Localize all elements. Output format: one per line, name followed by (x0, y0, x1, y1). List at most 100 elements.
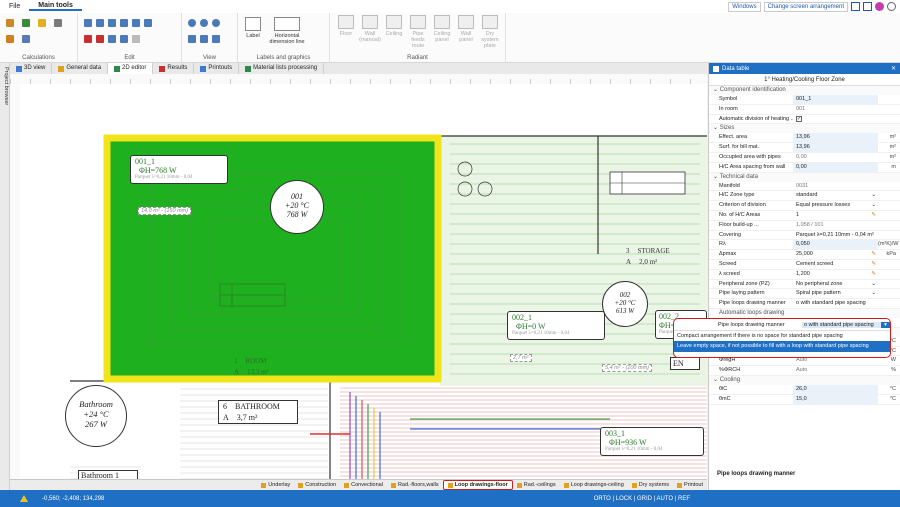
radiant-button[interactable]: Floor (334, 15, 358, 37)
zone-002-circle[interactable]: 002 +20 °C 613 W (602, 281, 648, 327)
panel-row-value[interactable]: o with standard pipe spacing (793, 299, 878, 308)
panel-row-value[interactable]: 13,96 (793, 143, 878, 152)
calc-list-icon[interactable] (54, 19, 62, 27)
calc-doc-icon[interactable] (22, 35, 30, 43)
warning-icon[interactable] (20, 495, 28, 502)
menu-file[interactable]: File (0, 3, 29, 10)
edit-icon[interactable]: ✎ (871, 260, 878, 269)
calc-bolt-icon[interactable] (38, 19, 46, 27)
radiant-button[interactable]: Pipe feeds route (406, 15, 430, 49)
zoom-all-icon[interactable] (188, 35, 196, 43)
panel-row-value[interactable]: 1 ✎ (793, 210, 878, 220)
windows-dropdown[interactable]: Windows (728, 2, 761, 12)
radiant-button[interactable]: Dry system plate (478, 15, 502, 49)
layer-tab[interactable]: Underlay (257, 480, 294, 490)
settings-icon[interactable] (887, 2, 896, 11)
panel-row-value[interactable]: Parquet λ=0,21 10mm - 0,04 m²✎ (793, 230, 878, 240)
layer-tab[interactable]: Rad.-floors,walls (387, 480, 443, 490)
panel-row-value[interactable]: 0031 (793, 181, 878, 191)
layer-tab[interactable]: Construction (294, 480, 340, 490)
panel-section-header[interactable]: ⌄ Technical data (709, 172, 900, 182)
grid-select-icon[interactable] (96, 19, 104, 27)
panel-section-header[interactable]: ⌄ Sizes (709, 124, 900, 134)
panel-section-header[interactable]: ⌄ Component identification (709, 86, 900, 95)
tab-item[interactable]: 3D view (10, 63, 53, 74)
chevron-down-icon[interactable]: ⌄ (871, 201, 878, 210)
layer-tab[interactable]: Dry systems (628, 480, 673, 490)
radiant-button[interactable]: Wall (manual) (358, 15, 382, 43)
split-icon[interactable] (132, 35, 140, 43)
window-icon[interactable] (851, 2, 860, 11)
chevron-down-icon[interactable]: ⌄ (871, 280, 878, 289)
panel-row-value[interactable]: Equal pressure losses ⌄ (793, 201, 878, 210)
checkbox[interactable]: ✓ (796, 115, 802, 122)
label-button[interactable]: Label (242, 17, 264, 39)
panel-row-value[interactable]: Cement screed ✎ (793, 259, 878, 269)
layer-tab[interactable]: Convectional (340, 480, 387, 490)
rotate-icon[interactable] (132, 19, 140, 27)
panel-row-value[interactable]: 0,00 (793, 162, 878, 172)
zone-003-label[interactable]: 003_1 ΦH=936 W Parquet λ=0,21 10mm - 0,0… (600, 427, 704, 456)
tab-item[interactable]: General data (52, 63, 109, 74)
tab-item[interactable]: 2D editor (108, 63, 154, 74)
zone-001-label[interactable]: 001_1 ΦH=768 W Parquet λ=0,21 10mm - 0,0… (130, 155, 228, 184)
redraw-icon[interactable] (212, 35, 220, 43)
panel-row-value[interactable]: 25,000 ✎ (793, 250, 878, 259)
menu-main-tools[interactable]: Main tools (29, 2, 82, 11)
panel-row-value[interactable]: 0,00 (793, 152, 878, 162)
panel-row-value[interactable]: 001_1 (793, 95, 878, 104)
chevron-down-icon[interactable]: ⌄ (871, 191, 878, 200)
zoom-in-icon[interactable] (188, 19, 196, 27)
copy-icon[interactable] (120, 19, 128, 27)
edit-icon[interactable]: ✎ (871, 270, 878, 279)
panel-section-header[interactable]: ⌄ Cooling (709, 375, 900, 385)
panel-row-value[interactable]: 26,0 (793, 384, 878, 394)
move-icon[interactable] (108, 19, 116, 27)
mirror-icon[interactable] (144, 19, 152, 27)
zone-002-1-label[interactable]: 002_1 ΦH=0 W Parquet λ=0,21 10mm - 0,04 (507, 311, 605, 340)
panel-row-value[interactable]: ✓ (793, 114, 878, 124)
panel-row-value[interactable]: 001 (793, 104, 878, 114)
paste-icon[interactable] (108, 35, 116, 43)
tab-item[interactable]: Material lists processing (239, 63, 325, 74)
panel-row-value[interactable]: 0,050 (793, 240, 878, 250)
panel-row-value[interactable]: 15,0 (793, 394, 878, 404)
edit-icon[interactable]: ✎ (871, 211, 878, 220)
layer-tab[interactable]: Loop drawings-floor (442, 480, 513, 490)
radiant-button[interactable]: Wall panel (454, 15, 478, 43)
tab-item[interactable]: Printouts (194, 63, 240, 74)
pan-icon[interactable] (200, 35, 208, 43)
delete-icon[interactable] (84, 35, 92, 43)
dropdown-current[interactable]: Pipe loops drawing manner o with standar… (674, 319, 890, 331)
calc-check-icon[interactable] (22, 19, 30, 27)
dropdown-option-leave-empty[interactable]: Leave empty space, if not possible to fi… (674, 341, 890, 352)
layer-tab[interactable]: Loop drawings-ceiling (560, 480, 628, 490)
calc-warn-icon[interactable] (6, 35, 14, 43)
panel-row-value[interactable]: No peripheral zone ⌄ (793, 279, 878, 289)
panel-row-value[interactable]: Spiral pipe pattern ⌄ (793, 289, 878, 299)
drawing-canvas[interactable]: 001_1 ΦH=768 W Parquet λ=0,21 10mm - 0,0… (10, 74, 707, 479)
grid-icon[interactable] (863, 2, 872, 11)
zoom-window-icon[interactable] (212, 19, 220, 27)
zone-001-center-circle[interactable]: 001 +20 °C 768 W (270, 180, 324, 234)
zoom-out-icon[interactable] (200, 19, 208, 27)
horizontal-dimension-button[interactable]: Horizontal dimension line (264, 17, 310, 45)
tab-item[interactable]: Results (153, 63, 195, 74)
radiant-button[interactable]: Ceiling (382, 15, 406, 37)
edit-icon[interactable]: ✎ (871, 250, 878, 259)
panel-row-value[interactable]: 13,96 (793, 133, 878, 143)
bathroom-circle[interactable]: Bathroom +24 °C 267 W (65, 385, 127, 447)
calc-icon[interactable] (6, 19, 14, 27)
panel-row-value[interactable]: 1,058 / 101 (793, 220, 878, 230)
layer-tab[interactable]: Printout (673, 480, 707, 490)
close-icon[interactable]: ✕ (891, 65, 896, 72)
room-label[interactable]: 1 ROOM A 13,3 m² (230, 356, 288, 378)
bathroom-room-label[interactable]: 6 BATHROOM A 3,7 m² (218, 400, 298, 424)
chevron-down-icon[interactable]: ⌄ (871, 289, 878, 298)
select-icon[interactable] (84, 19, 92, 27)
project-browser-sidebar[interactable]: Project browser (0, 63, 10, 490)
align-icon[interactable] (120, 35, 128, 43)
panel-row-value[interactable]: 1,200 ✎ (793, 269, 878, 279)
cut-icon[interactable] (96, 35, 104, 43)
change-arrangement-dropdown[interactable]: Change screen arrangement (763, 2, 848, 12)
